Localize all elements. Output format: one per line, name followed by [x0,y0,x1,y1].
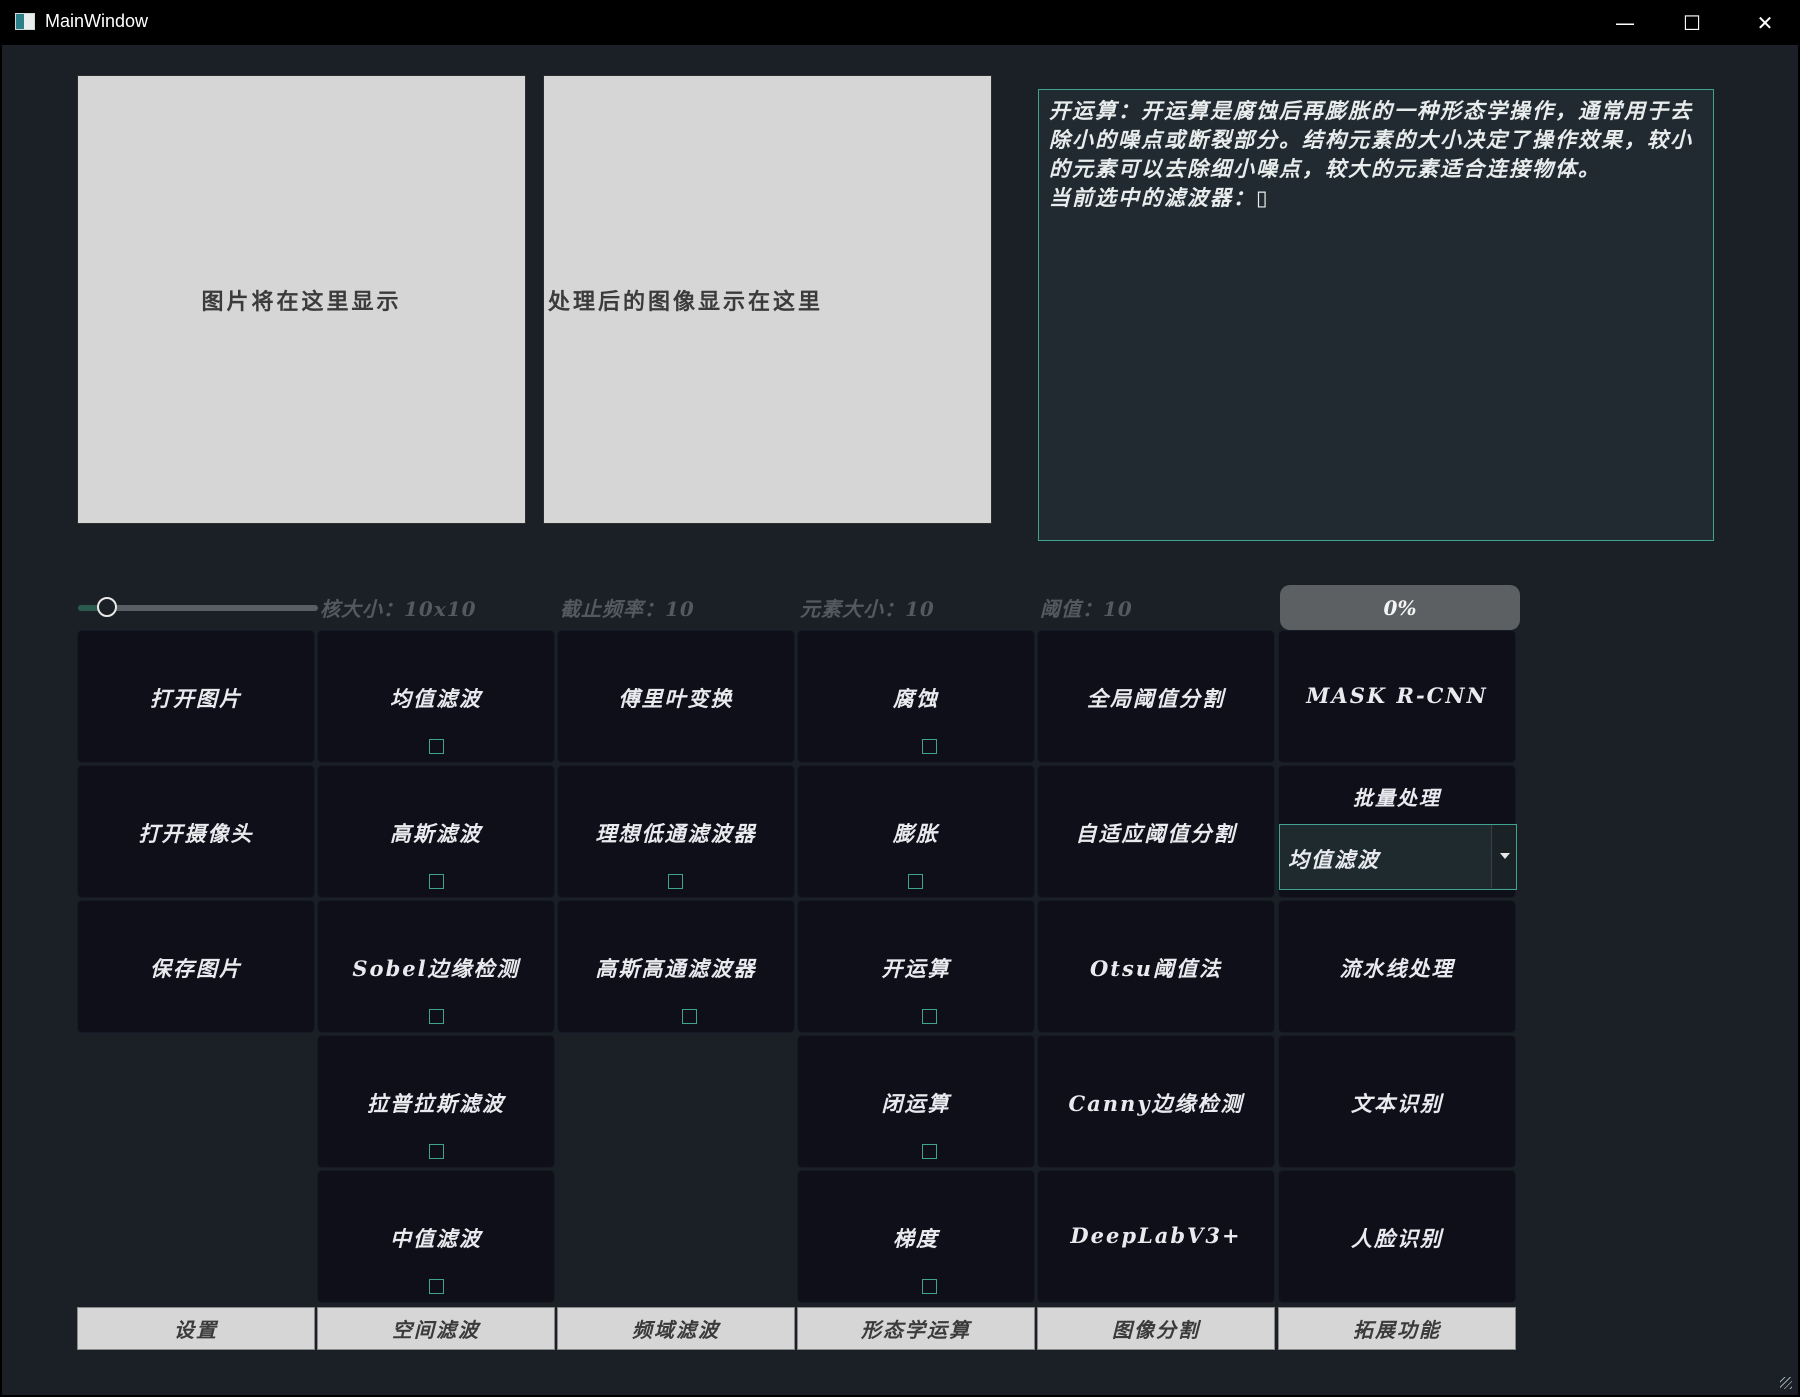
closing-checkbox[interactable] [922,1144,937,1159]
window-title: MainWindow [45,11,149,31]
original-image-placeholder: 图片将在这里显示 [201,288,402,315]
closing-button[interactable]: 闭运算 [797,1035,1035,1168]
main-window-client: 图片将在这里显示 处理后的图像显示在这里 开运算：开运算是腐蚀后再膨胀的一种形态… [2,45,1798,1395]
batch-processing-panel: 批量处理 均值滤波 [1278,765,1517,898]
title-bar: MainWindow — ☐ ✕ [0,0,1800,45]
sobel-edge-button[interactable]: Sobel边缘检测 [317,900,555,1033]
opening-label: 开运算 [881,956,951,981]
median-filter-button[interactable]: 中值滤波 [317,1170,555,1303]
maximize-button[interactable]: ☐ [1657,0,1727,45]
laplacian-filter-label: 拉普拉斯滤波 [367,1091,505,1116]
sobel-edge-checkbox[interactable] [429,1009,444,1024]
element-size-label: 元素大小：10 [800,597,935,621]
progress-text: 0% [1383,595,1417,620]
gradient-label: 梯度 [893,1226,939,1251]
open-image-button[interactable]: 打开图片 [77,630,315,763]
minimize-icon: — [1615,10,1635,35]
close-icon: ✕ [1756,10,1774,35]
close-button[interactable]: ✕ [1730,0,1800,45]
gaussian-filter-button[interactable]: 高斯滤波 [317,765,555,898]
dilation-button[interactable]: 膨胀 [797,765,1035,898]
adaptive-threshold-button[interactable]: 自适应阈值分割 [1037,765,1275,898]
deeplab-label: DeepLabV3+ [1070,1223,1242,1248]
open-camera-button[interactable]: 打开摄像头 [77,765,315,898]
fourier-transform-label: 傅里叶变换 [618,686,734,711]
ideal-lowpass-button[interactable]: 理想低通滤波器 [557,765,795,898]
tab-extensions[interactable]: 拓展功能 [1278,1307,1516,1350]
global-threshold-button[interactable]: 全局阈值分割 [1037,630,1275,763]
laplacian-filter-button[interactable]: 拉普拉斯滤波 [317,1035,555,1168]
opening-checkbox[interactable] [922,1009,937,1024]
tab-frequency-filtering[interactable]: 频域滤波 [557,1307,795,1350]
description-textbox[interactable]: 开运算：开运算是腐蚀后再膨胀的一种形态学操作，通常用于去除小的噪点或断裂部分。结… [1038,89,1714,541]
threshold-label: 阈值：10 [1040,597,1133,621]
dilation-checkbox[interactable] [908,874,923,889]
adaptive-threshold-label: 自适应阈值分割 [1075,821,1237,846]
save-image-button[interactable]: 保存图片 [77,900,315,1033]
erosion-checkbox[interactable] [922,739,937,754]
gaussian-filter-label: 高斯滤波 [390,821,482,846]
mean-filter-label: 均值滤波 [390,686,482,711]
median-filter-label: 中值滤波 [390,1226,482,1251]
fourier-transform-button[interactable]: 傅里叶变换 [557,630,795,763]
ideal-lowpass-checkbox[interactable] [668,874,683,889]
maximize-icon: ☐ [1683,10,1701,35]
global-threshold-label: 全局阈值分割 [1087,686,1225,711]
progress-bar: 0% [1280,585,1520,630]
closing-label: 闭运算 [881,1091,951,1116]
tab-settings[interactable]: 设置 [77,1307,315,1350]
face-recognition-button[interactable]: 人脸识别 [1278,1170,1516,1303]
canny-edge-button[interactable]: Canny边缘检测 [1037,1035,1275,1168]
gaussian-highpass-button[interactable]: 高斯高通滤波器 [557,900,795,1033]
kernel-size-label: 核大小：10x10 [320,597,477,621]
deeplab-button[interactable]: DeepLabV3+ [1037,1170,1275,1303]
gaussian-highpass-label: 高斯高通滤波器 [595,956,757,981]
parameter-slider-handle[interactable] [96,597,117,617]
minimize-button[interactable]: — [1590,0,1660,45]
text-recognition-label: 文本识别 [1351,1091,1443,1116]
gaussian-filter-checkbox[interactable] [429,874,444,889]
laplacian-filter-checkbox[interactable] [429,1144,444,1159]
dilation-label: 膨胀 [893,821,939,846]
erosion-label: 腐蚀 [893,686,939,711]
dropdown-button[interactable] [1491,825,1516,888]
batch-filter-selected: 均值滤波 [1288,847,1380,872]
chevron-down-icon [1500,853,1510,859]
opening-button[interactable]: 开运算 [797,900,1035,1033]
tab-morphology[interactable]: 形态学运算 [797,1307,1035,1350]
text-recognition-button[interactable]: 文本识别 [1278,1035,1516,1168]
tab-segmentation[interactable]: 图像分割 [1037,1307,1275,1350]
app-icon [15,13,35,30]
batch-filter-select[interactable]: 均值滤波 [1279,824,1517,890]
pipeline-label: 流水线处理 [1339,956,1455,981]
save-image-label: 保存图片 [150,956,242,981]
face-recognition-label: 人脸识别 [1351,1226,1443,1251]
tab-spatial-filtering[interactable]: 空间滤波 [317,1307,555,1350]
resize-grip-icon[interactable] [1780,1377,1792,1389]
pipeline-button[interactable]: 流水线处理 [1278,900,1516,1033]
batch-processing-label: 批量处理 [1353,786,1441,810]
original-image-panel: 图片将在这里显示 [77,75,526,524]
mask-rcnn-label: MASK R-CNN [1306,683,1488,708]
mask-rcnn-button[interactable]: MASK R-CNN [1278,630,1516,763]
gradient-checkbox[interactable] [922,1279,937,1294]
open-camera-label: 打开摄像头 [138,821,254,846]
gaussian-highpass-checkbox[interactable] [682,1009,697,1024]
current-filter-label: 当前选中的滤波器：▯ [1049,185,1270,210]
otsu-threshold-button[interactable]: Otsu阈值法 [1037,900,1275,1033]
gradient-button[interactable]: 梯度 [797,1170,1035,1303]
operation-description: 开运算：开运算是腐蚀后再膨胀的一种形态学操作，通常用于去除小的噪点或断裂部分。结… [1049,98,1693,181]
mean-filter-button[interactable]: 均值滤波 [317,630,555,763]
median-filter-checkbox[interactable] [429,1279,444,1294]
ideal-lowpass-label: 理想低通滤波器 [595,821,757,846]
otsu-threshold-label: Otsu阈值法 [1089,956,1223,981]
cutoff-frequency-label: 截止频率：10 [560,597,695,621]
mean-filter-checkbox[interactable] [429,739,444,754]
canny-edge-label: Canny边缘检测 [1068,1091,1244,1116]
processed-image-placeholder: 处理后的图像显示在这里 [548,288,824,315]
open-image-label: 打开图片 [150,686,242,711]
processed-image-panel: 处理后的图像显示在这里 [543,75,992,524]
sobel-edge-label: Sobel边缘检测 [352,956,520,981]
erosion-button[interactable]: 腐蚀 [797,630,1035,763]
